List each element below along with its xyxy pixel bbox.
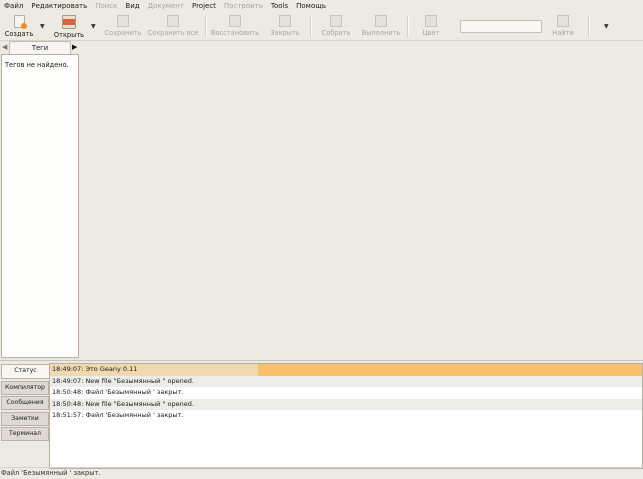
new-file-icon — [13, 15, 27, 29]
statusbar: Файл 'Безымянный ' закрыт. — [0, 467, 643, 479]
log-row[interactable]: 18:49:07: Это Geany 0.11 — [50, 364, 642, 376]
tab-notes[interactable]: Заметки — [1, 411, 49, 426]
revert-icon — [229, 15, 241, 27]
menu-project[interactable]: Project — [188, 0, 220, 12]
toolbar-overflow-arrow-icon[interactable]: ▼ — [604, 23, 609, 30]
build-button[interactable]: Собрать — [318, 12, 354, 40]
find-icon — [557, 15, 569, 27]
build-icon — [330, 15, 342, 27]
open-button-label: Открыть — [53, 31, 85, 39]
new-dropdown-arrow-icon[interactable]: ▼ — [40, 23, 45, 30]
log-row[interactable]: 18:50:48: New file "Безымянный " opened. — [50, 398, 642, 410]
menubar: Файл Редактировать Поиск Вид Документ Pr… — [0, 0, 643, 12]
find-button-label: Найти — [552, 29, 574, 37]
color-button-label: Цвет — [422, 29, 440, 37]
save-button-label: Сохранить — [104, 29, 142, 37]
run-icon — [375, 15, 387, 27]
revert-button[interactable]: Восстановить — [210, 12, 260, 40]
menu-document[interactable]: Документ — [144, 0, 188, 12]
tab-terminal[interactable]: Терминал — [1, 427, 49, 441]
tab-scroll-right-icon[interactable]: ▶ — [72, 43, 77, 51]
status-log[interactable]: 18:49:07: Это Geany 0.11 18:49:07: New f… — [49, 363, 643, 469]
log-row[interactable]: 18:51:57: Файл 'Безымянный ' закрыт. — [50, 410, 642, 422]
tab-tags[interactable]: Теги — [9, 41, 71, 55]
color-button[interactable]: Цвет — [420, 12, 442, 40]
toolbar-separator — [407, 16, 409, 37]
log-row[interactable]: 18:49:07: New file "Безымянный " opened. — [50, 375, 642, 387]
save-all-button-label: Сохранить все — [147, 29, 199, 37]
open-button[interactable]: Открыть — [52, 12, 86, 40]
tab-compiler[interactable]: Компилятор — [1, 380, 49, 395]
revert-button-label: Восстановить — [211, 29, 259, 37]
log-row[interactable]: 18:50:48: Файл 'Безымянный ' закрыт. — [50, 387, 642, 399]
menu-tools[interactable]: Tools — [267, 0, 292, 12]
close-icon — [279, 15, 291, 27]
close-button-label: Закрыть — [270, 29, 300, 37]
close-button[interactable]: Закрыть — [268, 12, 302, 40]
menu-help[interactable]: Помощь — [292, 0, 330, 12]
new-button-label: Создать — [4, 30, 34, 38]
color-chooser-icon — [425, 15, 437, 27]
tags-panel: Тегов не найдено. — [1, 54, 79, 358]
run-button-label: Выполнить — [361, 29, 401, 37]
toolbar-separator — [205, 16, 207, 37]
open-folder-icon — [62, 15, 76, 29]
message-window: Статус Компилятор Сообщения Заметки Терм… — [0, 360, 643, 469]
message-tabs: Статус Компилятор Сообщения Заметки Терм… — [1, 364, 49, 443]
save-icon — [117, 15, 129, 27]
build-button-label: Собрать — [321, 29, 351, 37]
tab-scroll-left-icon[interactable]: ◀ — [2, 43, 7, 51]
find-button[interactable]: Найти — [550, 12, 576, 40]
no-tags-message: Тегов не найдено. — [5, 61, 69, 69]
toolbar: Создать ▼ Открыть ▼ Сохранить Сохранить … — [0, 12, 643, 41]
editor-area[interactable] — [80, 41, 643, 359]
save-all-icon — [167, 15, 179, 27]
run-button[interactable]: Выполнить — [360, 12, 402, 40]
menu-build[interactable]: Построить — [220, 0, 267, 12]
menu-edit[interactable]: Редактировать — [27, 0, 91, 12]
save-button[interactable]: Сохранить — [104, 12, 142, 40]
menu-search[interactable]: Поиск — [91, 0, 121, 12]
new-button[interactable]: Создать — [3, 12, 35, 40]
search-input[interactable] — [460, 20, 542, 33]
toolbar-separator — [310, 16, 312, 37]
sidebar-tabs: ◀ Теги ▶ — [0, 41, 79, 55]
menu-view[interactable]: Вид — [121, 0, 143, 12]
open-dropdown-arrow-icon[interactable]: ▼ — [91, 23, 96, 30]
save-all-button[interactable]: Сохранить все — [147, 12, 199, 40]
tab-status[interactable]: Статус — [1, 364, 49, 379]
toolbar-separator — [588, 16, 590, 37]
menu-file[interactable]: Файл — [0, 0, 27, 12]
tab-messages[interactable]: Сообщения — [1, 396, 49, 410]
